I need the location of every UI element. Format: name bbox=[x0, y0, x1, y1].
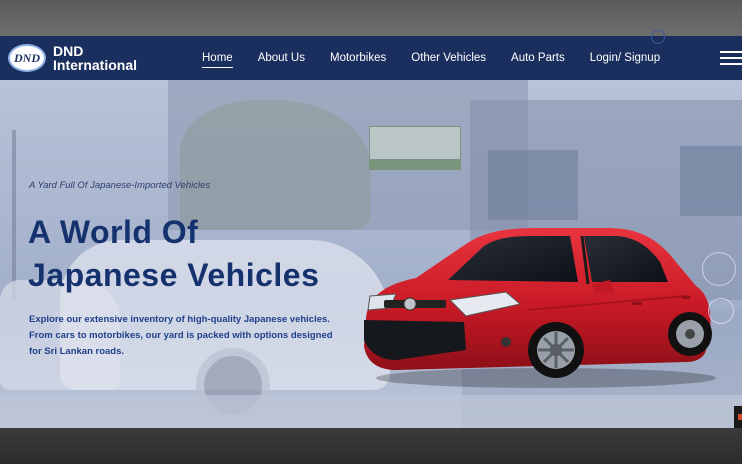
background-signboard-band bbox=[369, 160, 461, 170]
hamburger-menu-icon[interactable] bbox=[720, 51, 742, 65]
brand-name: DND International bbox=[53, 44, 137, 72]
browser-frame-top bbox=[0, 0, 742, 36]
nav-links: Home About Us Motorbikes Other Vehicles … bbox=[202, 36, 685, 80]
hero-headline: A World Of Japanese Vehicles bbox=[28, 211, 319, 297]
background-signboard bbox=[369, 126, 461, 160]
hero-headline-line2: Japanese Vehicles bbox=[28, 257, 320, 293]
browser-frame-bottom bbox=[0, 428, 742, 464]
nav-about-us[interactable]: About Us bbox=[258, 52, 305, 64]
nav-login-signup[interactable]: Login/ Signup bbox=[590, 52, 660, 64]
hero-description-line2: From cars to motorbikes, our yard is pac… bbox=[29, 330, 333, 341]
carousel-indicator-ring bbox=[702, 252, 736, 286]
hero-tagline: A Yard Full Of Japanese-Imported Vehicle… bbox=[29, 180, 211, 191]
logo-badge: DND bbox=[8, 44, 46, 72]
navbar: DND DND International Home About Us Moto… bbox=[0, 36, 742, 80]
hero-headline-line1: A World Of bbox=[28, 214, 199, 250]
carousel-indicator-ring bbox=[708, 298, 734, 324]
hero-description-line3: for Sri Lankan roads. bbox=[29, 346, 125, 357]
hero-description-line1: Explore our extensive inventory of high-… bbox=[29, 314, 330, 325]
background-pole bbox=[12, 130, 16, 300]
nav-motorbikes[interactable]: Motorbikes bbox=[330, 52, 386, 64]
nav-auto-parts[interactable]: Auto Parts bbox=[511, 52, 565, 64]
brand-name-line2: International bbox=[53, 57, 138, 73]
hero-description: Explore our extensive inventory of high-… bbox=[29, 312, 359, 360]
nav-other-vehicles[interactable]: Other Vehicles bbox=[411, 52, 486, 64]
brand-name-line1: DND bbox=[53, 43, 84, 59]
hero-car-image bbox=[364, 228, 716, 388]
hero-section: A Yard Full Of Japanese-Imported Vehicle… bbox=[0, 80, 742, 428]
nav-home[interactable]: Home bbox=[202, 52, 233, 68]
corner-widget-icon[interactable] bbox=[734, 406, 742, 428]
brand-logo[interactable]: DND DND International bbox=[8, 44, 137, 72]
background-ground bbox=[0, 395, 742, 428]
decorative-ring bbox=[651, 30, 665, 44]
